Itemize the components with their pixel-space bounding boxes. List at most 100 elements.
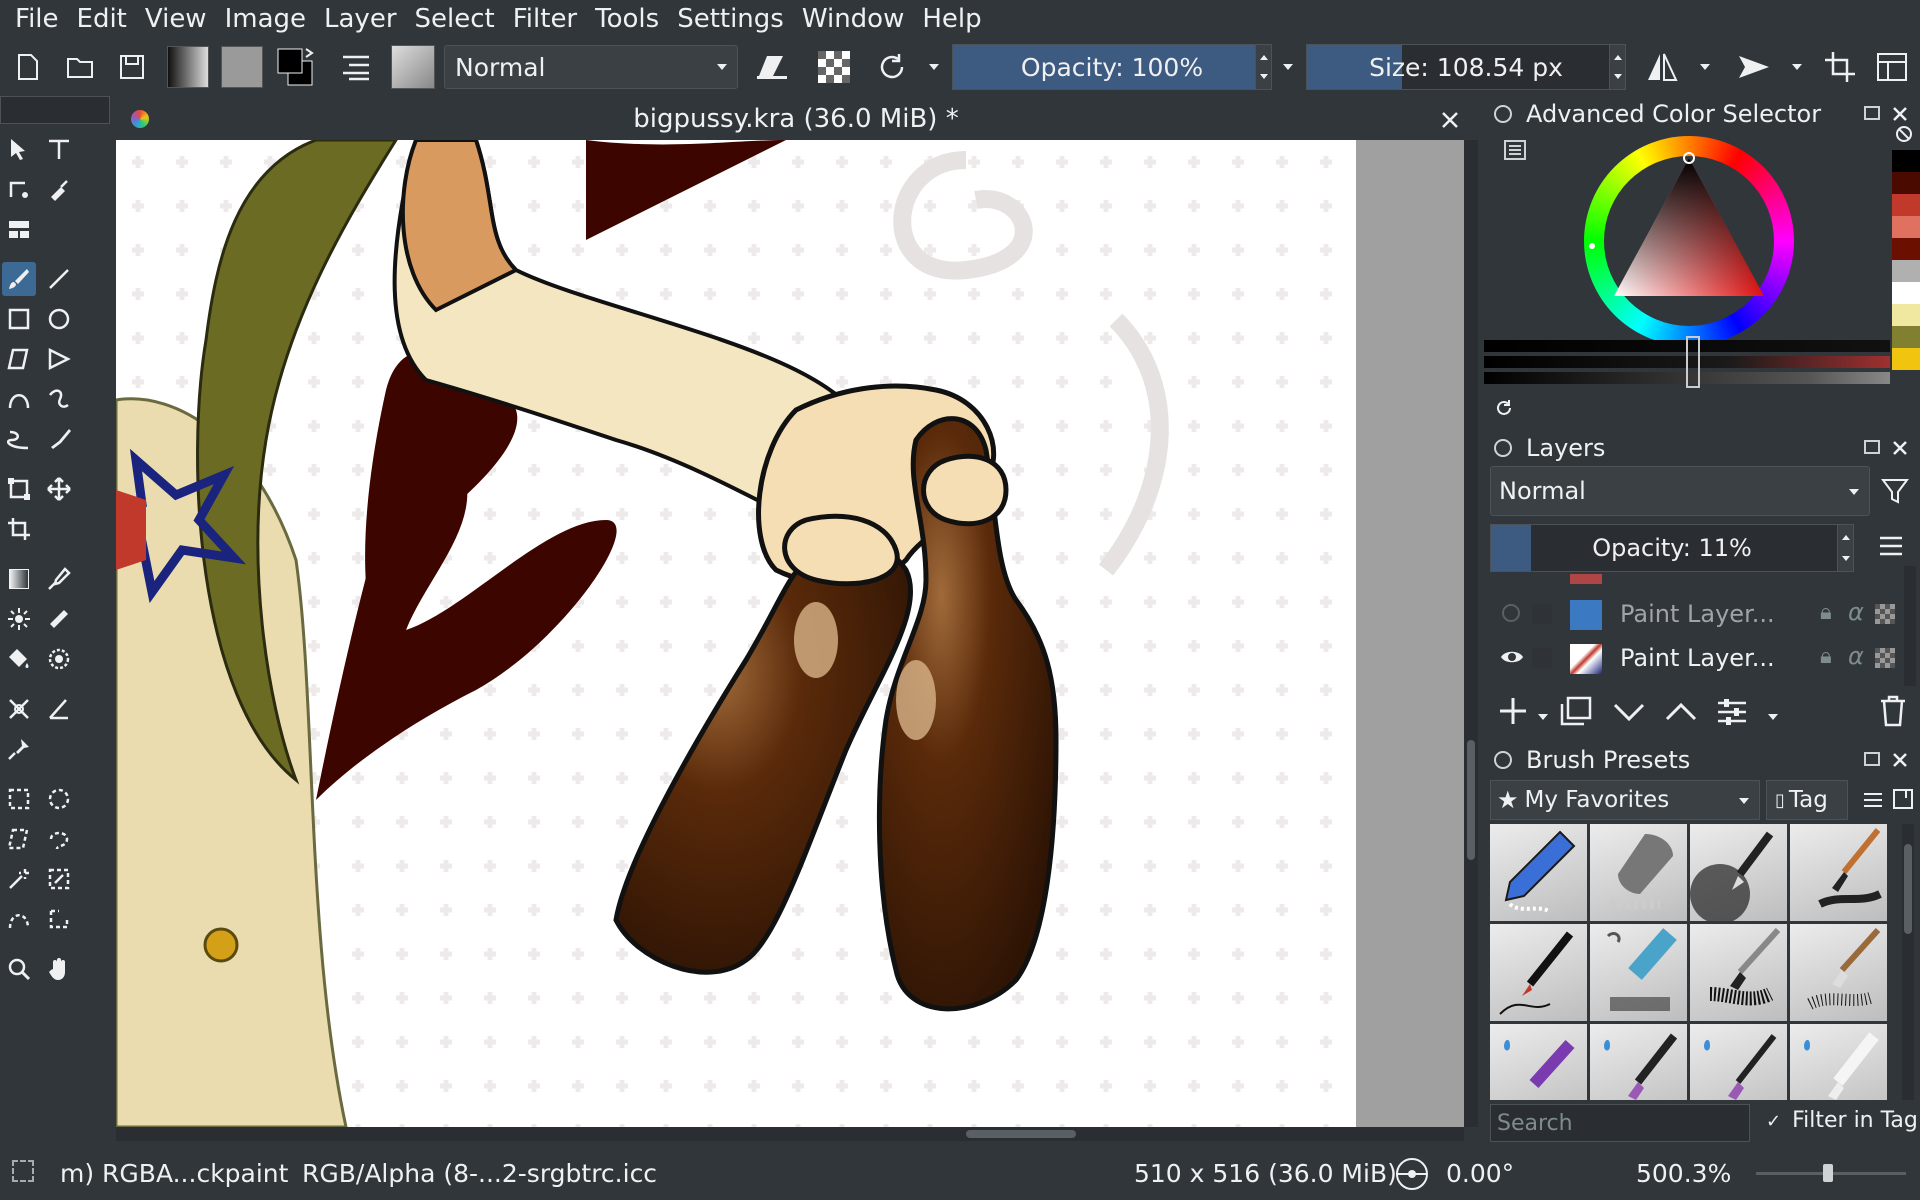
tag-button[interactable]: ▯ Tag: [1766, 780, 1848, 820]
magnetic-selection-tool-icon[interactable]: [42, 902, 76, 936]
lock-docker-icon[interactable]: [1494, 105, 1512, 123]
crop-tool-icon[interactable]: [2, 512, 36, 546]
chevron-down-icon[interactable]: [1792, 64, 1802, 70]
color-triangle[interactable]: [1584, 136, 1794, 346]
assistant-tool-icon[interactable]: [2, 692, 36, 726]
layer-properties-icon[interactable]: [1716, 698, 1748, 726]
polyline-tool-icon[interactable]: [42, 342, 76, 376]
measure-tool-icon[interactable]: [42, 692, 76, 726]
rectangle-tool-icon[interactable]: [2, 302, 36, 336]
layer-row[interactable]: Paint Layer... 🔒︎ α: [1490, 592, 1904, 636]
move-layer-up-icon[interactable]: [1664, 702, 1698, 722]
zoom-slider-handle[interactable]: [1823, 1164, 1833, 1182]
brush-preset-dry-brush[interactable]: [1790, 924, 1887, 1021]
layer-visible-eye-icon[interactable]: [1500, 648, 1524, 666]
float-docker-icon[interactable]: [1864, 106, 1880, 120]
freehand-path-tool-icon[interactable]: [42, 382, 76, 416]
alpha-lock-icon[interactable]: α: [1848, 598, 1864, 626]
rotation-value[interactable]: 0.00°: [1446, 1159, 1514, 1188]
new-document-icon[interactable]: [10, 38, 46, 96]
canvas-area[interactable]: [116, 140, 1476, 1127]
canvas-artwork[interactable]: [116, 140, 1356, 1127]
layers-scrollbar[interactable]: [1904, 566, 1916, 686]
chevron-down-icon[interactable]: [1283, 64, 1293, 70]
alpha-lock-icon[interactable]: α: [1848, 642, 1864, 670]
menu-view[interactable]: View: [136, 4, 216, 34]
add-layer-icon[interactable]: [1496, 694, 1530, 728]
pattern-icon[interactable]: [220, 38, 264, 96]
menu-edit[interactable]: Edit: [68, 4, 136, 34]
color-history-swatch[interactable]: [1892, 282, 1920, 304]
opacity-spinner[interactable]: [1255, 45, 1271, 89]
enclose-and-fill-tool-icon[interactable]: [42, 642, 76, 676]
color-history-strip[interactable]: [1892, 150, 1920, 420]
color-history-swatch[interactable]: [1892, 260, 1920, 282]
polygon-tool-icon[interactable]: [2, 342, 36, 376]
mirror-vertical-icon[interactable]: [1736, 38, 1772, 96]
menu-layer[interactable]: Layer: [315, 4, 406, 34]
layer-opacity-spinner[interactable]: [1837, 525, 1853, 571]
filter-in-tag-checkbox[interactable]: ✓ Filter in Tag: [1766, 1108, 1918, 1133]
fill-tool-icon[interactable]: [2, 642, 36, 676]
color-history-swatch[interactable]: [1892, 150, 1920, 172]
color-wheel[interactable]: [1584, 136, 1794, 346]
rectangular-selection-tool-icon[interactable]: [2, 782, 36, 816]
chevron-down-icon[interactable]: [1700, 64, 1710, 70]
slider-handle[interactable]: [1686, 336, 1700, 388]
brush-preset-bristle-brush[interactable]: [1690, 924, 1787, 1021]
menu-filter[interactable]: Filter: [504, 4, 586, 34]
similar-color-selection-tool-icon[interactable]: [42, 862, 76, 896]
menu-file[interactable]: File: [6, 4, 68, 34]
multibrush-tool-icon[interactable]: [42, 422, 76, 456]
smart-patch-tool-icon[interactable]: [42, 602, 76, 636]
brush-preset-pencil-blue[interactable]: [1490, 824, 1587, 921]
preserve-alpha-icon[interactable]: [814, 38, 854, 96]
eraser-icon[interactable]: [752, 38, 792, 96]
brush-presets-scrollbar-thumb[interactable]: [1904, 844, 1912, 934]
layer-opacity-slider[interactable]: Opacity: 11%: [1490, 524, 1854, 572]
duplicate-layer-icon[interactable]: [1560, 696, 1592, 726]
menu-window[interactable]: Window: [793, 4, 914, 34]
reference-images-tool-icon[interactable]: [2, 732, 36, 766]
line-tool-icon[interactable]: [42, 262, 76, 296]
vertical-scrollbar-thumb[interactable]: [1467, 740, 1475, 860]
brush-preset-options-icon[interactable]: [1892, 788, 1914, 810]
document-tab[interactable]: bigpussy.kra (36.0 MiB) *: [116, 100, 1476, 140]
hamburger-menu-icon[interactable]: [1876, 532, 1906, 560]
filter-icon[interactable]: [1880, 476, 1910, 506]
color-history-swatch[interactable]: [1892, 194, 1920, 216]
chevron-down-icon[interactable]: [1768, 714, 1778, 720]
opacity-slider[interactable]: Opacity: 100%: [952, 44, 1272, 90]
lock-docker-icon[interactable]: [1494, 439, 1512, 457]
color-history-swatch[interactable]: [1892, 348, 1920, 370]
size-spinner[interactable]: [1609, 45, 1625, 89]
color-history-swatch[interactable]: [1892, 238, 1920, 260]
layer-row[interactable]: Paint Layer... 🔒︎ α: [1490, 636, 1904, 680]
color-history-swatch[interactable]: [1892, 304, 1920, 326]
freehand-selection-tool-icon[interactable]: [42, 822, 76, 856]
elliptical-selection-tool-icon[interactable]: [42, 782, 76, 816]
color-history-swatch[interactable]: [1892, 326, 1920, 348]
polygonal-selection-tool-icon[interactable]: [2, 822, 36, 856]
chevron-down-icon[interactable]: [1538, 714, 1548, 720]
menu-help[interactable]: Help: [913, 4, 990, 34]
close-docker-icon[interactable]: [1888, 748, 1912, 772]
color-history-swatch[interactable]: [1892, 216, 1920, 238]
layer-blend-mode-select[interactable]: Normal: [1490, 466, 1870, 516]
workspace-icon[interactable]: [1872, 38, 1912, 96]
lock-icon[interactable]: 🔒︎: [1820, 644, 1832, 669]
float-docker-icon[interactable]: [1864, 440, 1880, 454]
brush-preset-fineliner[interactable]: [1490, 924, 1587, 1021]
menu-settings[interactable]: Settings: [668, 4, 793, 34]
close-docker-icon[interactable]: [1888, 436, 1912, 460]
gradient-tool-icon[interactable]: [2, 562, 36, 596]
rotation-icon[interactable]: [1394, 1156, 1430, 1192]
text-tool-icon[interactable]: [42, 132, 76, 166]
brush-tag-select[interactable]: ★ My Favorites: [1490, 780, 1760, 820]
brush-preset-watercolor-white[interactable]: [1790, 1024, 1887, 1100]
pattern-editing-tool-icon[interactable]: [2, 212, 36, 246]
colorize-mask-tool-icon[interactable]: [2, 602, 36, 636]
menu-image[interactable]: Image: [216, 4, 315, 34]
ellipse-tool-icon[interactable]: [42, 302, 76, 336]
image-size[interactable]: 510 x 516 (36.0 MiB): [1134, 1159, 1397, 1188]
